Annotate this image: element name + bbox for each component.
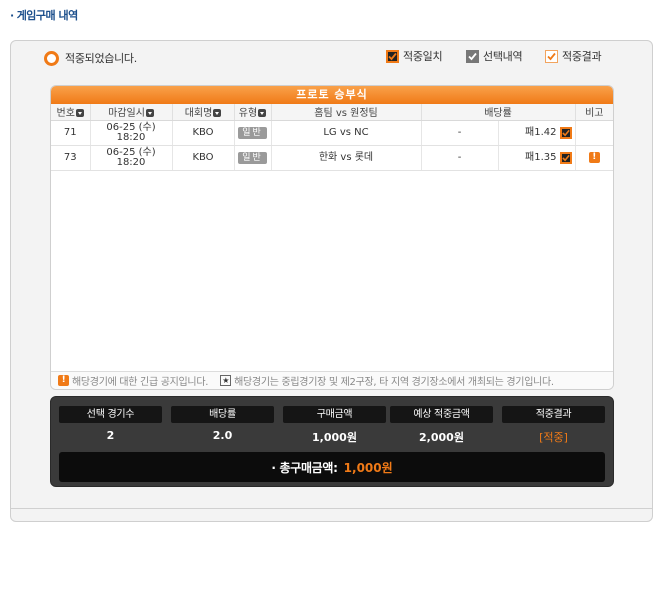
total-value: 1,000원 [343, 460, 393, 475]
footer-star-text: 해당경기는 중립경기장 및 제2구장, 타 지역 경기장소에서 개최되는 경기입… [234, 377, 554, 388]
summary-expected: 예상 적중금액 2,000원 [390, 406, 493, 445]
ring-icon [44, 50, 59, 66]
row-type: 일반 [234, 120, 272, 146]
col-note: 비고 [575, 104, 613, 121]
checkbox-selected-icon [466, 49, 479, 63]
purchase-panel: 적중되었습니다. 적중일치 선택내역 적중결과 프로토 승부식 번호 마감일시 … [10, 40, 653, 522]
summary-header: 예상 적중금액 [390, 406, 493, 423]
legend-match: 적중일치 [386, 48, 443, 64]
col-match: 홈팀 vs 원정팀 [271, 104, 422, 121]
pick-label: 패 [525, 151, 535, 163]
pick-odds: 1.42 [534, 126, 557, 138]
legend-label: 선택내역 [483, 50, 523, 63]
legend-label: 적중결과 [562, 50, 602, 63]
status-text: 적중되었습니다. [65, 52, 137, 65]
summary-value: 1,000원 [312, 431, 357, 444]
status-indicator: 적중되었습니다. [44, 50, 137, 66]
row-odd-pick: 패1.35 [498, 145, 576, 171]
page-title: · 게임구매 내역 [10, 9, 79, 22]
row-odd-pick: 패1.42 [498, 120, 576, 146]
row-odd-1: - [421, 120, 499, 146]
game-grid: 번호 마감일시 대회명 유형 홈팀 vs 원정팀 배당률 비고 71 06-25… [51, 104, 613, 171]
pick-odds: 1.35 [534, 151, 557, 163]
type-badge: 일반 [238, 151, 267, 164]
sort-icon[interactable] [258, 109, 267, 118]
col-type[interactable]: 유형 [234, 104, 272, 121]
table-row: 73 06-25 (수) 18:20 KBO 일반 한화 vs 롯데 - 패1.3… [51, 145, 613, 171]
star-icon: ★ [220, 375, 232, 386]
row-deadline: 06-25 (수) 18:20 [90, 145, 173, 171]
total-label: · 총구매금액: [271, 460, 338, 475]
summary-header: 선택 경기수 [59, 406, 162, 423]
checkbox-checked-icon [559, 151, 572, 164]
checkbox-checked-icon [559, 126, 572, 139]
summary-value: [적중] [539, 431, 568, 444]
summary-header: 적중결과 [502, 406, 605, 423]
sort-icon[interactable] [213, 109, 222, 118]
page-title-text: 게임구매 내역 [16, 9, 79, 22]
summary-value: 2,000원 [419, 431, 464, 444]
alert-icon[interactable]: ! [588, 152, 600, 163]
summary-header: 배당률 [171, 406, 274, 423]
summary-odds: 배당률 2.0 [171, 406, 274, 442]
col-odds: 배당률 [421, 104, 576, 121]
legend-result: 적중결과 [545, 48, 602, 64]
legend-selected: 선택내역 [466, 48, 523, 64]
table-title: 프로토 승부식 [51, 86, 613, 104]
divider [11, 508, 652, 509]
alert-icon: ! [58, 375, 69, 386]
sort-icon[interactable] [75, 109, 84, 118]
row-note [575, 120, 613, 146]
summary-value: 2 [106, 429, 115, 442]
checkbox-result-icon [545, 49, 558, 63]
purchase-summary: 선택 경기수 2 배당률 2.0 구매금액 1,000원 예상 적중금액 2,0… [50, 396, 614, 487]
legend-label: 적중일치 [403, 50, 443, 63]
summary-amount: 구매금액 1,000원 [283, 406, 386, 445]
row-deadline: 06-25 (수) 18:20 [90, 120, 173, 146]
total-amount-bar: · 총구매금액: 1,000원 [59, 452, 605, 482]
row-type: 일반 [234, 145, 272, 171]
row-no: 73 [51, 145, 91, 171]
table-row: 71 06-25 (수) 18:20 KBO 일반 LG vs NC - 패1.4… [51, 120, 613, 146]
summary-header: 구매금액 [283, 406, 386, 423]
row-odd-1: - [421, 145, 499, 171]
row-no: 71 [51, 120, 91, 146]
row-league: KBO [172, 145, 235, 171]
summary-result: 적중결과 [적중] [502, 406, 605, 445]
col-no[interactable]: 번호 [51, 104, 91, 121]
col-deadline[interactable]: 마감일시 [90, 104, 173, 121]
table-footer: ! 해당경기에 대한 긴급 공지입니다. ★ 해당경기는 중립경기장 및 제2구… [51, 371, 613, 389]
col-league[interactable]: 대회명 [172, 104, 235, 121]
footer-notice-text: 해당경기에 대한 긴급 공지입니다. [72, 377, 209, 388]
summary-games: 선택 경기수 2 [59, 406, 162, 442]
type-badge: 일반 [238, 126, 267, 139]
pick-label: 패 [525, 126, 535, 138]
summary-value: 2.0 [212, 429, 233, 442]
row-match: LG vs NC [271, 120, 422, 146]
sort-icon[interactable] [145, 109, 154, 118]
row-match: 한화 vs 롯데 [271, 145, 422, 171]
row-note[interactable]: ! [575, 145, 613, 171]
checkbox-checked-icon [386, 49, 399, 63]
game-table: 프로토 승부식 번호 마감일시 대회명 유형 홈팀 vs 원정팀 배당률 비고 [50, 85, 614, 390]
row-league: KBO [172, 120, 235, 146]
